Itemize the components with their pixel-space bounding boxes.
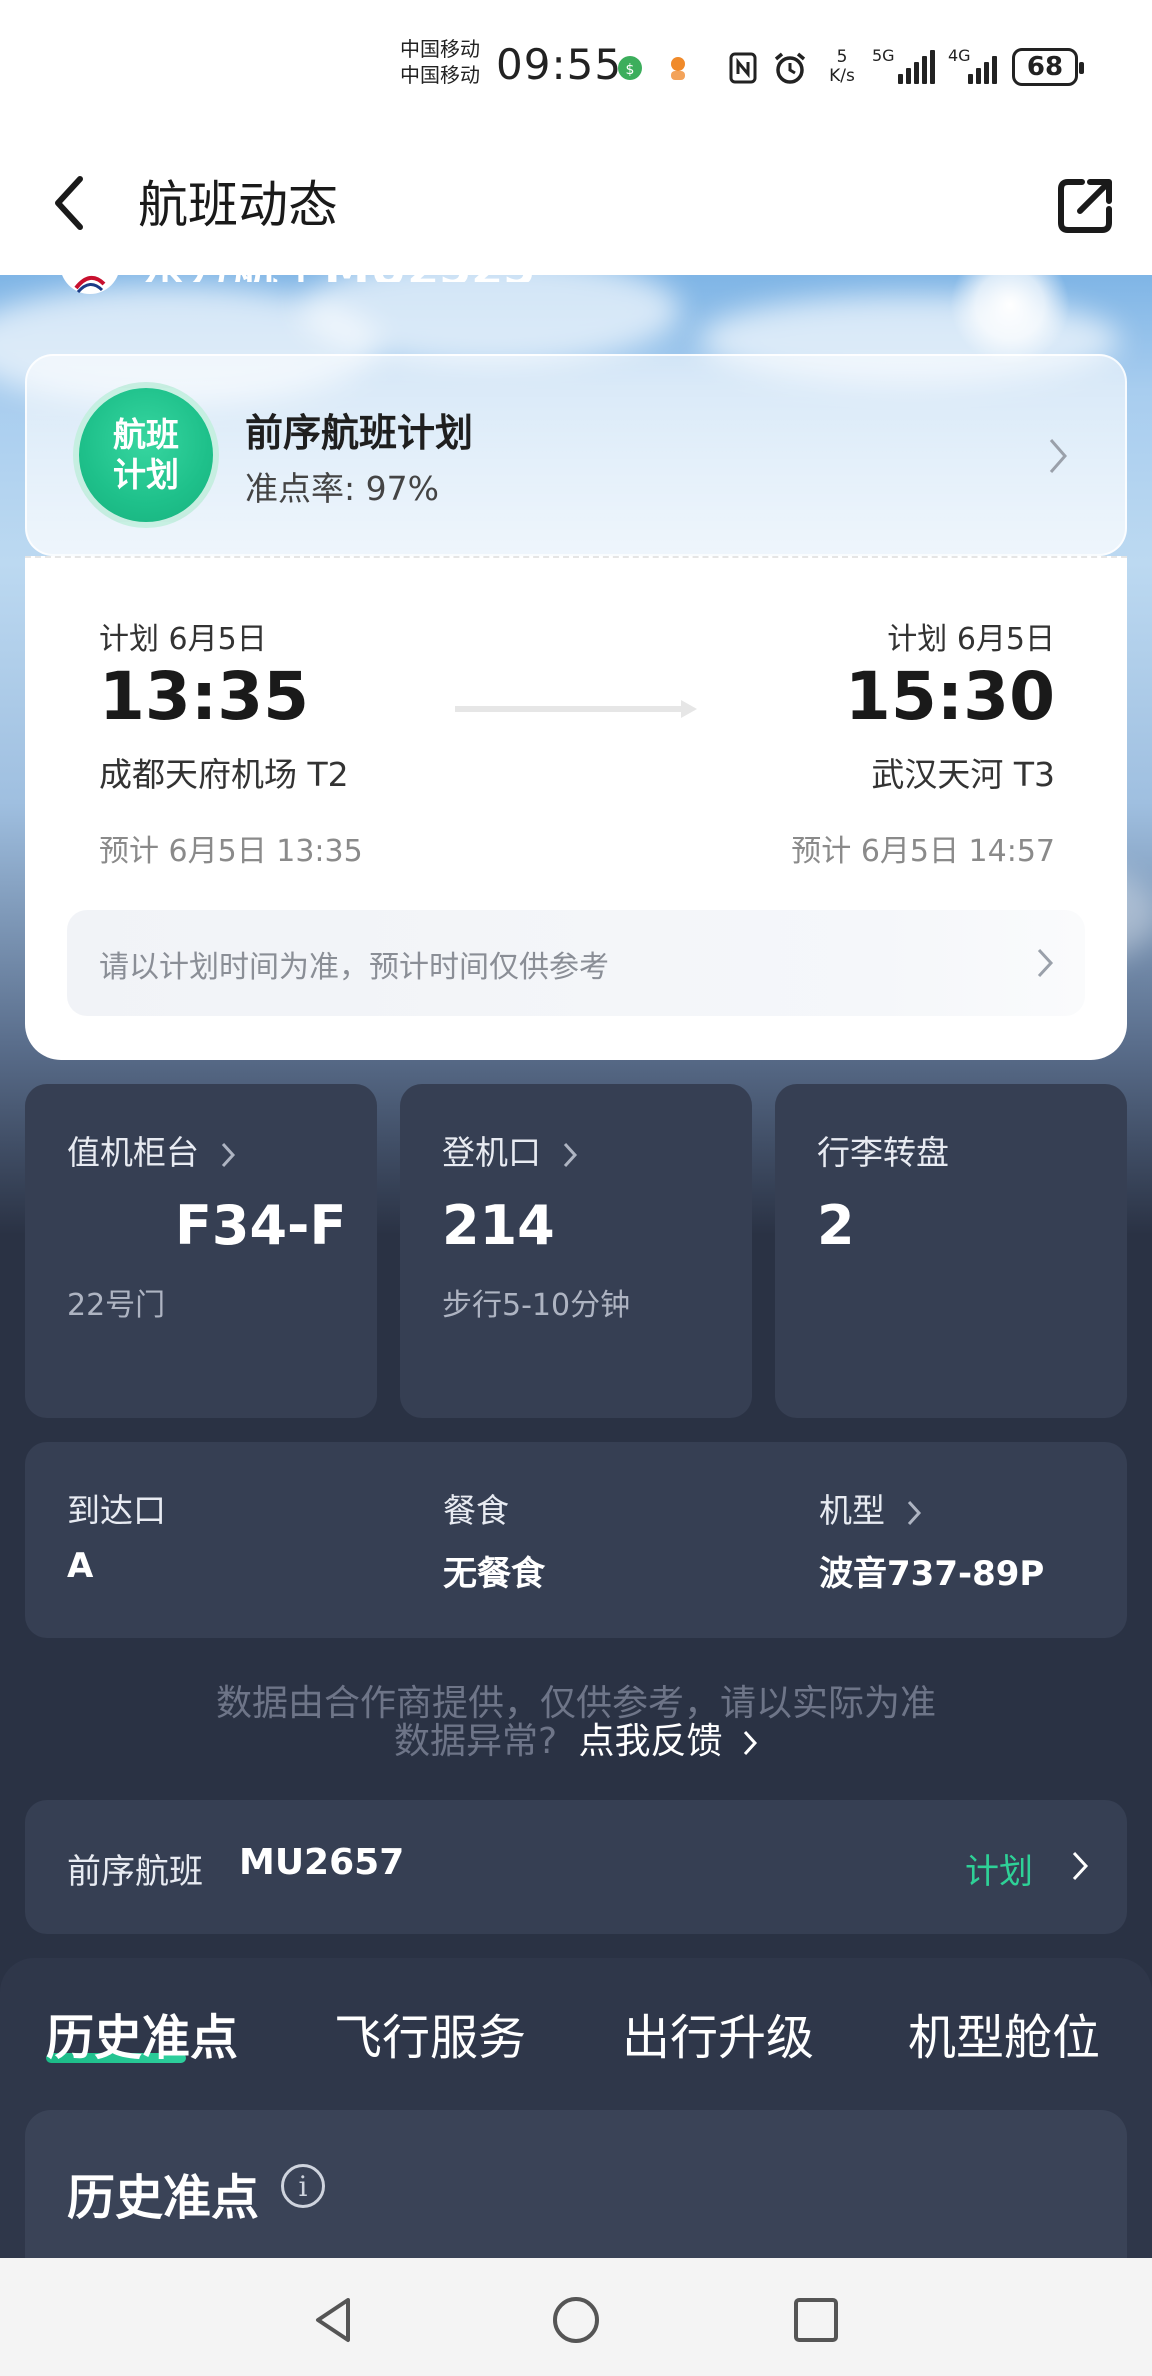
carrier-1: 中国移动 — [400, 37, 480, 61]
net-speed: 5 K/s — [822, 48, 862, 86]
alarm-icon — [770, 52, 810, 84]
chevron-right-icon — [1049, 439, 1067, 473]
arrival-estimated: 预计 6月5日 14:57 — [791, 834, 1055, 869]
departure-plan-date: 计划 6月5日 — [99, 622, 267, 657]
badge-line-2: 计划 — [113, 455, 179, 494]
feedback-question: 数据异常? — [393, 1721, 558, 1762]
back-arrow-icon — [55, 176, 83, 230]
previous-flight-number: MU2657 — [239, 1842, 405, 1883]
checkin-counter-label: 值机柜台 — [67, 1126, 236, 1174]
status-time: 09:55 — [496, 40, 623, 89]
on-time-rate: 准点率: 97% — [245, 469, 439, 508]
feedback-link[interactable]: 点我反馈 — [579, 1721, 758, 1762]
plan-card-title: 前序航班计划 — [245, 411, 474, 455]
tab-flight-service[interactable]: 飞行服务 — [334, 1998, 526, 2068]
system-navigation-bar — [0, 2258, 1152, 2376]
info-icon[interactable]: i — [281, 2164, 325, 2208]
chevron-right-icon — [907, 1500, 921, 1525]
tabs-section: 历史准点 飞行服务 出行升级 机型舱位 历史准点 i — [0, 1958, 1152, 2310]
tab-history-on-time[interactable]: 历史准点 — [46, 1998, 238, 2068]
nav-recents-icon[interactable] — [790, 2294, 842, 2346]
arrival-airport: 武汉天河 T3 — [871, 755, 1055, 794]
arrival-time: 15:30 — [844, 658, 1055, 735]
boarding-gate-tile[interactable]: 登机口 214 步行5-10分钟 — [400, 1084, 752, 1418]
aircraft-type-label[interactable]: 机型 — [819, 1484, 922, 1532]
route-arrow-icon — [455, 700, 697, 718]
departure-time: 13:35 — [99, 658, 310, 735]
signal-5g-icon — [898, 50, 935, 84]
carrier-2: 中国移动 — [400, 63, 480, 87]
signal-4g-icon — [968, 50, 997, 84]
flight-details-card: 到达口 A 餐食 无餐食 机型 波音737-89P — [25, 1442, 1127, 1638]
arrival-plan-date: 计划 6月5日 — [887, 622, 1055, 657]
arrival-gate-value: A — [67, 1546, 94, 1586]
app-notification-icon-2 — [660, 52, 696, 84]
svg-text:$: $ — [626, 62, 635, 78]
battery-icon: 68 — [1012, 48, 1084, 86]
back-button[interactable] — [38, 163, 98, 243]
net-speed-unit: K/s — [829, 66, 855, 86]
nav-back-icon[interactable] — [308, 2294, 360, 2346]
route-card: 计划 6月5日 13:35 成都天府机场 T2 预计 6月5日 13:35 计划… — [25, 556, 1127, 1060]
checkin-counter-value: F34-F — [175, 1194, 347, 1257]
tab-aircraft-cabin[interactable]: 机型舱位 — [908, 1998, 1100, 2068]
chevron-right-icon — [1037, 948, 1054, 978]
nav-home-icon[interactable] — [550, 2294, 602, 2346]
baggage-carousel-tile: 行李转盘 2 — [775, 1084, 1127, 1418]
time-notice-bar[interactable]: 请以计划时间为准，预计时间仅供参考 — [67, 910, 1085, 1016]
feedback-row: 数据异常? 点我反馈 — [0, 1712, 1152, 1764]
aircraft-type-value: 波音737-89P — [819, 1554, 1045, 1594]
chevron-right-icon — [1072, 1851, 1089, 1881]
history-title: 历史准点 — [67, 2170, 260, 2226]
app-notification-icon: $ — [612, 52, 648, 84]
share-button[interactable] — [1052, 173, 1118, 239]
baggage-carousel-label: 行李转盘 — [817, 1133, 949, 1172]
chevron-right-icon — [221, 1142, 235, 1167]
net-speed-value: 5 — [836, 47, 848, 67]
sig1-label: 5G — [872, 46, 895, 65]
meal-value: 无餐食 — [443, 1554, 545, 1594]
checkin-counter-tile[interactable]: 值机柜台 F34-F 22号门 — [25, 1084, 377, 1418]
baggage-carousel-value: 2 — [817, 1194, 855, 1257]
boarding-gate-value: 214 — [442, 1194, 555, 1257]
previous-flight-plan-card[interactable]: 航班 计划 前序航班计划 准点率: 97% — [25, 354, 1127, 556]
flight-plan-badge: 航班 计划 — [73, 382, 219, 528]
previous-flight-row[interactable]: 前序航班 MU2657 计划 — [25, 1800, 1127, 1934]
app-header: 航班动态 — [0, 135, 1152, 275]
chevron-right-icon — [743, 1730, 758, 1756]
tab-travel-upgrade[interactable]: 出行升级 — [622, 1998, 814, 2068]
nfc-icon — [726, 52, 760, 84]
page-title: 航班动态 — [138, 176, 338, 234]
checkin-counter-sub: 22号门 — [67, 1288, 166, 1323]
meal-label: 餐食 — [443, 1491, 509, 1530]
badge-line-1: 航班 — [113, 415, 179, 454]
departure-estimated: 预计 6月5日 13:35 — [99, 834, 363, 869]
chevron-right-icon — [563, 1142, 577, 1167]
boarding-gate-sub: 步行5-10分钟 — [442, 1288, 631, 1323]
departure-airport: 成都天府机场 T2 — [99, 755, 349, 794]
previous-flight-plan-link[interactable]: 计划 — [965, 1844, 1033, 1893]
battery-level: 68 — [1026, 52, 1064, 82]
share-icon — [1058, 179, 1112, 233]
previous-flight-label: 前序航班 — [67, 1852, 203, 1892]
boarding-gate-label: 登机口 — [442, 1126, 578, 1174]
status-bar: 中国移动 中国移动 09:55 $ 5 K/s 5G 4G 68 — [0, 0, 1152, 135]
arrival-gate-label: 到达口 — [67, 1491, 166, 1530]
time-notice-text: 请以计划时间为准，预计时间仅供参考 — [99, 950, 609, 985]
carrier-names: 中国移动 中国移动 — [400, 36, 480, 88]
